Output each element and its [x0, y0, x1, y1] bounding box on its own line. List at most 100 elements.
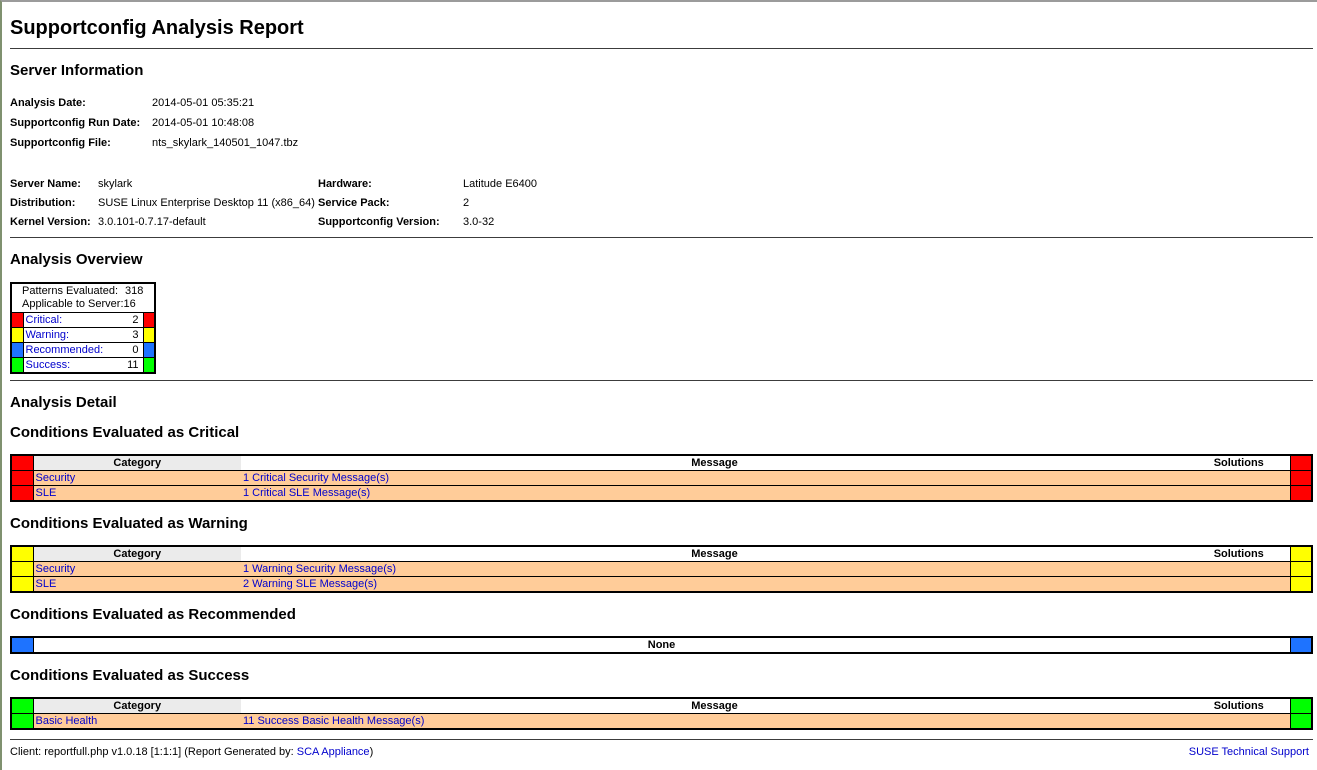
divider [10, 739, 1313, 740]
warning-color-cell [1290, 561, 1312, 576]
critical-color-cell [1290, 470, 1312, 485]
field-label: Kernel Version: [10, 213, 98, 232]
warning-section-heading: Conditions Evaluated as Warning [10, 515, 1313, 532]
category-link[interactable]: Basic Health [36, 715, 98, 727]
analysis-overview-table: Patterns Evaluated:318 Applicable to Ser… [10, 282, 156, 374]
patterns-summary-cell: Patterns Evaluated:318 Applicable to Ser… [11, 283, 155, 313]
table-row: Kernel Version: 3.0.101-0.7.17-default S… [10, 213, 539, 232]
table-row: Distribution: SUSE Linux Enterprise Desk… [10, 194, 539, 213]
warning-color-cell [11, 576, 33, 592]
category-link[interactable]: Security [36, 472, 76, 484]
none-cell: None [33, 637, 1290, 653]
table-header-row: Category Message Solutions [11, 546, 1312, 562]
applicable-value: 16 [124, 298, 136, 310]
solutions-cell [1188, 485, 1290, 501]
report-info-table: Analysis Date: 2014-05-01 05:35:21 Suppo… [10, 93, 300, 153]
solutions-cell [1188, 470, 1290, 485]
warning-table: Category Message Solutions Security 1 Wa… [10, 545, 1313, 593]
success-color-cell [1290, 713, 1312, 729]
critical-count: 2 [115, 313, 143, 328]
divider [10, 380, 1313, 381]
success-link[interactable]: Success: [26, 359, 71, 371]
message-link[interactable]: 1 Warning Security Message(s) [243, 563, 396, 575]
message-header: Message [241, 698, 1188, 714]
field-label: Analysis Date: [10, 93, 152, 113]
field-value: 3.0-32 [463, 213, 539, 232]
divider [10, 237, 1313, 238]
table-row: Basic Health 11 Success Basic Health Mes… [11, 713, 1312, 729]
critical-color-cell [11, 455, 33, 471]
table-row: SLE 1 Critical SLE Message(s) [11, 485, 1312, 501]
category-header: Category [33, 698, 241, 714]
table-header-row: Category Message Solutions [11, 698, 1312, 714]
overview-row-success: Success: 11 [11, 358, 155, 373]
recommended-section-heading: Conditions Evaluated as Recommended [10, 606, 1313, 623]
solutions-header: Solutions [1188, 546, 1290, 562]
warning-link[interactable]: Warning: [26, 329, 70, 341]
field-value: 2014-05-01 05:35:21 [152, 93, 300, 113]
field-value: 3.0.101-0.7.17-default [98, 213, 318, 232]
success-color-cell [11, 698, 33, 714]
applicable-line: Applicable to Server:16 [22, 298, 150, 311]
category-link[interactable]: SLE [36, 578, 57, 590]
field-value: Latitude E6400 [463, 175, 539, 194]
success-table: Category Message Solutions Basic Health … [10, 697, 1313, 730]
table-row: Security 1 Critical Security Message(s) [11, 470, 1312, 485]
analysis-overview-heading: Analysis Overview [10, 251, 1313, 268]
warning-color-cell [11, 546, 33, 562]
recommended-color-cell [143, 343, 155, 358]
solutions-header: Solutions [1188, 698, 1290, 714]
critical-color-cell [1290, 485, 1312, 501]
field-label: Supportconfig Version: [318, 213, 463, 232]
warning-color-cell [143, 328, 155, 343]
field-label: Hardware: [318, 175, 463, 194]
field-value: 2 [463, 194, 539, 213]
message-header: Message [241, 455, 1188, 471]
message-link[interactable]: 2 Warning SLE Message(s) [243, 578, 377, 590]
category-link[interactable]: SLE [36, 487, 57, 499]
suse-technical-support-link[interactable]: SUSE Technical Support [1189, 746, 1309, 758]
success-color-cell [1290, 698, 1312, 714]
table-row: Supportconfig File: nts_skylark_140501_1… [10, 133, 300, 153]
message-link[interactable]: 1 Critical Security Message(s) [243, 472, 389, 484]
success-color-cell [143, 358, 155, 373]
category-header: Category [33, 546, 241, 562]
field-value: SUSE Linux Enterprise Desktop 11 (x86_64… [98, 194, 318, 213]
warning-count: 3 [115, 328, 143, 343]
footer-client-info: Client: reportfull.php v1.0.18 [1:1:1] (… [10, 746, 373, 758]
table-row: Analysis Date: 2014-05-01 05:35:21 [10, 93, 300, 113]
sca-appliance-link[interactable]: SCA Appliance [297, 746, 370, 758]
message-link[interactable]: 11 Success Basic Health Message(s) [243, 715, 424, 727]
warning-color-cell [11, 328, 23, 343]
client-text: Client: reportfull.php v1.0.18 [1:1:1] (… [10, 746, 297, 758]
patterns-evaluated-line: Patterns Evaluated:318 [22, 285, 150, 298]
field-label: Service Pack: [318, 194, 463, 213]
patterns-evaluated-label: Patterns Evaluated: [22, 285, 118, 297]
page-title: Supportconfig Analysis Report [10, 17, 1313, 39]
field-label: Supportconfig File: [10, 133, 152, 153]
system-info-table: Server Name: skylark Hardware: Latitude … [10, 175, 539, 232]
recommended-table: None [10, 636, 1313, 654]
recommended-link[interactable]: Recommended: [26, 344, 104, 356]
footer: Client: reportfull.php v1.0.18 [1:1:1] (… [10, 746, 1313, 758]
solutions-cell [1188, 713, 1290, 729]
table-row: None [11, 637, 1312, 653]
warning-color-cell [11, 561, 33, 576]
solutions-cell [1188, 576, 1290, 592]
message-link[interactable]: 1 Critical SLE Message(s) [243, 487, 370, 499]
category-link[interactable]: Security [36, 563, 76, 575]
table-row: SLE 2 Warning SLE Message(s) [11, 576, 1312, 592]
table-header-row: Category Message Solutions [11, 455, 1312, 471]
client-text-suffix: ) [370, 746, 374, 758]
critical-link[interactable]: Critical: [26, 314, 63, 326]
critical-section-heading: Conditions Evaluated as Critical [10, 424, 1313, 441]
success-color-cell [11, 358, 23, 373]
divider [10, 48, 1313, 49]
critical-table: Category Message Solutions Security 1 Cr… [10, 454, 1313, 502]
overview-row-recommended: Recommended: 0 [11, 343, 155, 358]
success-section-heading: Conditions Evaluated as Success [10, 667, 1313, 684]
server-information-heading: Server Information [10, 62, 1313, 79]
table-row: Server Name: skylark Hardware: Latitude … [10, 175, 539, 194]
recommended-count: 0 [115, 343, 143, 358]
field-value: 2014-05-01 10:48:08 [152, 113, 300, 133]
